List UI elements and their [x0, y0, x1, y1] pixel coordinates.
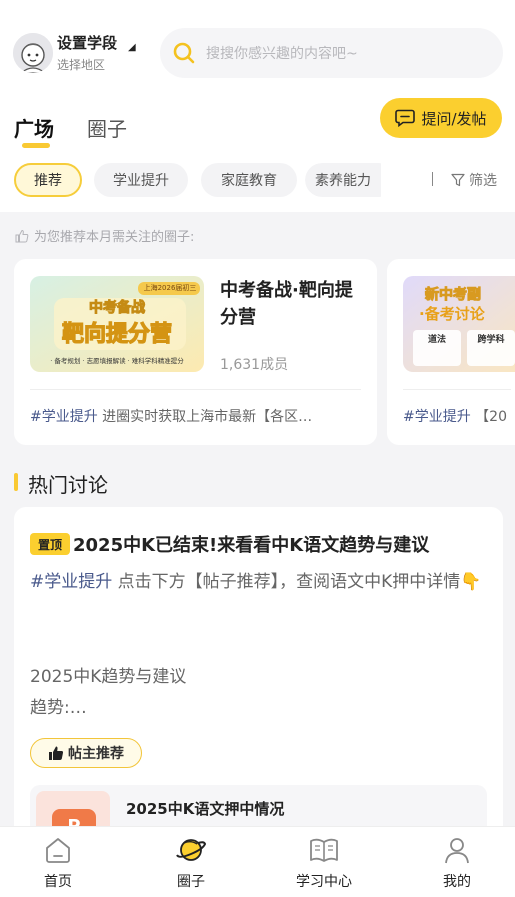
chip-family[interactable]: 家庭教育	[201, 163, 297, 197]
nav-circle[interactable]: 圈子	[141, 835, 241, 891]
home-icon	[46, 838, 70, 863]
thumb-box2: 跨学科	[477, 335, 505, 345]
post-card[interactable]: 置顶 2025中K已结束!来看看中K语文趋势与建议 #学业提升 点击下方【帖子推…	[14, 507, 503, 837]
post-body: #学业提升 点击下方【帖子推荐】，查阅语文中K押中详情👇	[30, 568, 490, 597]
circle-members: 1,631成员	[220, 357, 289, 373]
circle-thumbnail: 上海2026届初三 中考备战 靶向提分营 · 备考规划 · 志愿填报解读 · 难…	[30, 276, 204, 372]
post-body-extra: 2025中K趋势与建议 趋势:…	[30, 662, 490, 724]
avatar[interactable]	[13, 33, 53, 73]
child-avatar-icon	[13, 33, 53, 73]
card-divider	[30, 389, 361, 390]
active-tab-indicator	[22, 143, 50, 148]
author-recommend-badge: 帖主推荐	[30, 738, 142, 768]
circle-desc-text: 【20	[470, 409, 507, 425]
nav-me-label: 我的	[443, 874, 471, 890]
thumb-line1: 中考备战	[89, 300, 146, 317]
recommend-note-text: 为您推荐本月需关注的圈子:	[34, 230, 195, 245]
thumbs-up-icon	[49, 746, 64, 760]
circle-desc-text: 进圈实时获取上海市最新【各区…	[97, 409, 313, 425]
post-tag[interactable]: #学业提升	[30, 572, 112, 592]
funnel-icon	[451, 173, 465, 187]
pinned-badge: 置顶	[30, 533, 70, 555]
post-line1: 2025中K趋势与建议	[30, 667, 187, 687]
nav-home[interactable]: 首页	[8, 835, 108, 891]
chip-recommend[interactable]: 推荐	[14, 163, 82, 197]
circle-tag[interactable]: #学业提升	[30, 409, 98, 425]
chip-academic[interactable]: 学业提升	[94, 163, 188, 197]
thumbs-up-icon	[15, 229, 29, 242]
recommend-note: 为您推荐本月需关注的圈子:	[15, 226, 194, 245]
circle-description: #学业提升 进圈实时获取上海市最新【各区…	[30, 406, 361, 426]
search-icon	[173, 42, 195, 64]
thumb-footer: · 备考规划 · 志愿填报解读 · 难科学科精准提分	[50, 357, 184, 365]
search-bar[interactable]: 搜搜你感兴趣的内容吧~	[160, 28, 503, 78]
filter-divider	[432, 172, 433, 186]
section-marker	[14, 473, 18, 491]
region-subtitle[interactable]: 选择地区	[57, 56, 105, 73]
post-title[interactable]: 2025中K已结束!来看看中K语文趋势与建议	[73, 531, 429, 557]
filter-button[interactable]: 筛选	[451, 170, 497, 190]
book-icon	[310, 838, 338, 862]
author-badge-label: 帖主推荐	[68, 746, 124, 762]
circle-description: #学业提升 【20	[403, 406, 515, 426]
tab-circle[interactable]: 圈子	[87, 113, 127, 142]
thumb-line2: ·备考讨论	[419, 305, 485, 323]
chip-literacy-clip: 素养能力	[305, 163, 381, 197]
user-icon	[445, 838, 469, 864]
circle-card[interactable]: 新中考副 ·备考讨论 道法 跨学科 #学业提升 【20	[387, 259, 515, 445]
ask-post-button[interactable]: 提问/发帖	[380, 98, 502, 138]
nav-home-label: 首页	[44, 874, 72, 890]
thumb-tag: 上海2026届初三	[143, 284, 197, 292]
circle-tag[interactable]: #学业提升	[403, 409, 471, 425]
tab-square[interactable]: 广场	[14, 113, 54, 142]
thumb-line1: 新中考副	[425, 287, 482, 304]
message-icon	[395, 109, 416, 127]
nav-circle-label: 圈子	[177, 874, 205, 890]
thumb-line2: 靶向提分营	[61, 321, 172, 347]
stage-title[interactable]: 设置学段	[57, 32, 117, 53]
top-panel: 设置学段 ◢ 选择地区 搜搜你感兴趣的内容吧~ 广场 圈子 提问/发帖 推荐 学…	[0, 0, 515, 212]
hot-section-title: 热门讨论	[28, 473, 108, 497]
card-divider	[403, 389, 511, 390]
post-body-text: 点击下方【帖子推荐】，查阅语文中K押中详情👇	[112, 572, 482, 592]
ask-post-label: 提问/发帖	[421, 109, 487, 128]
nav-learning[interactable]: 学习中心	[274, 835, 374, 891]
nav-learning-label: 学习中心	[296, 874, 352, 890]
post-line2: 趋势:…	[30, 698, 87, 718]
circle-title: 中考备战·靶向提分营	[220, 280, 353, 328]
recommended-title: 2025中K语文押中情况	[126, 800, 285, 818]
circle-card[interactable]: 上海2026届初三 中考备战 靶向提分营 · 备考规划 · 志愿填报解读 · 难…	[14, 259, 377, 445]
filter-label: 筛选	[469, 173, 497, 189]
thumb-box1: 道法	[427, 335, 446, 345]
chip-literacy[interactable]: 素养能力	[305, 163, 381, 197]
circle-thumbnail: 新中考副 ·备考讨论 道法 跨学科	[403, 276, 515, 372]
planet-icon	[176, 839, 207, 861]
search-input[interactable]: 搜搜你感兴趣的内容吧~	[206, 43, 358, 63]
bottom-nav: 首页 圈子 学习中心 我的	[0, 826, 515, 897]
caret-down-icon[interactable]: ◢	[128, 42, 136, 53]
nav-me[interactable]: 我的	[407, 835, 507, 891]
